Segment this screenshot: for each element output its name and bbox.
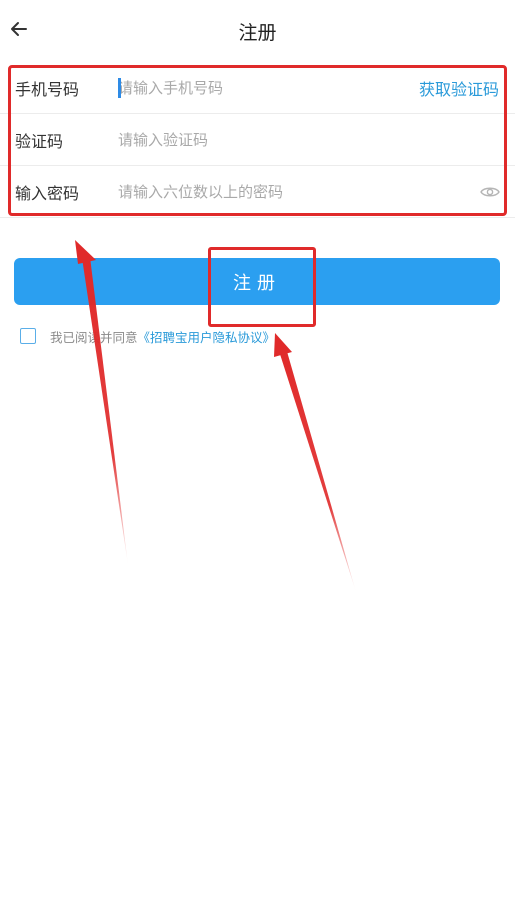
arrow-to-button	[274, 333, 356, 592]
agreement-text: 我已阅读并同意	[50, 329, 138, 345]
password-input[interactable]	[118, 176, 458, 208]
page-title: 注册	[238, 22, 277, 44]
phone-row: 手机号码 获取验证码	[0, 62, 515, 114]
code-row: 验证码	[0, 114, 515, 166]
phone-input[interactable]	[118, 72, 388, 104]
password-row: 输入密码	[0, 166, 515, 218]
privacy-policy-link[interactable]: 《招聘宝用户隐私协议》	[138, 327, 276, 346]
top-bar: 注册	[0, 0, 515, 62]
text-cursor	[118, 78, 121, 98]
password-label: 输入密码	[15, 183, 80, 203]
register-form: 手机号码 获取验证码 验证码 输入密码	[0, 62, 515, 218]
code-input[interactable]	[118, 124, 478, 156]
phone-label: 手机号码	[15, 79, 80, 99]
eye-icon	[480, 187, 500, 197]
register-button[interactable]: 注册	[14, 258, 500, 305]
get-code-button[interactable]: 获取验证码	[419, 76, 499, 100]
agreement-row: 我已阅读并同意 《招聘宝用户隐私协议》	[20, 325, 275, 347]
password-toggle-button[interactable]	[479, 182, 501, 202]
agreement-checkbox[interactable]	[20, 328, 36, 344]
register-page: 注册 手机号码 获取验证码 验证码 输入密码 注册 我已阅	[0, 0, 515, 900]
code-label: 验证码	[15, 131, 64, 151]
